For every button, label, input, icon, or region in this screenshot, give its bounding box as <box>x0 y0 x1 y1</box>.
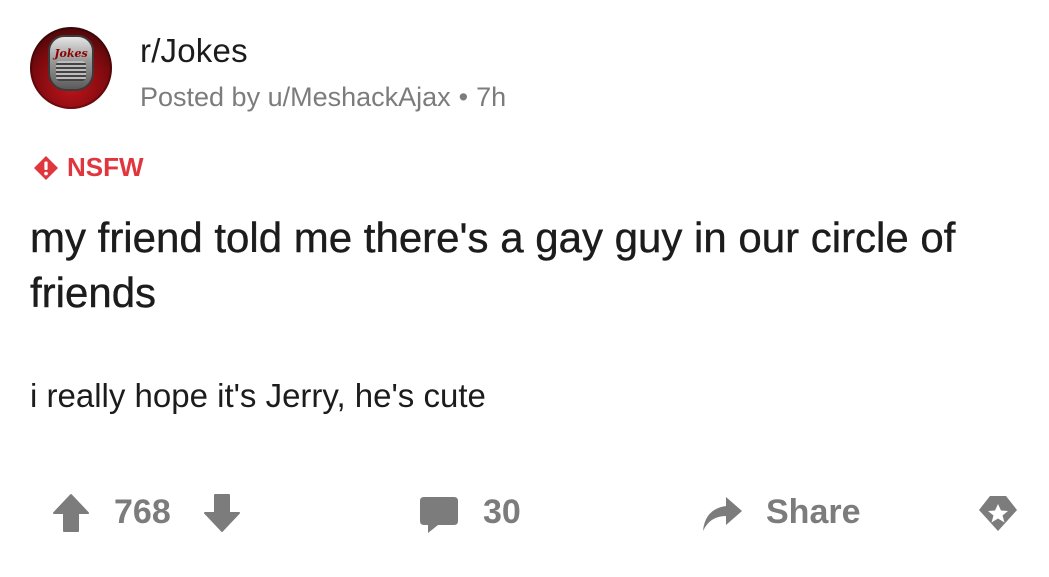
microphone-icon: Jokes <box>50 37 92 89</box>
post-card: Jokes r/Jokes Posted by u/MeshackAjax • 7h… <box>0 0 1049 577</box>
award-icon[interactable] <box>976 493 1020 533</box>
post-body: i really hope it's Jerry, he's cute <box>30 377 486 414</box>
subreddit-name[interactable]: r/Jokes <box>140 32 248 70</box>
microphone-grill <box>56 61 86 81</box>
downvote-icon[interactable] <box>203 493 241 533</box>
subreddit-avatar[interactable]: Jokes <box>30 27 112 109</box>
nsfw-label: NSFW <box>67 152 144 182</box>
meta-separator: • <box>458 82 469 112</box>
post-meta: Posted by u/MeshackAjax • 7h <box>140 82 506 113</box>
action-bar: 768 30 Share <box>0 485 1049 540</box>
posted-by[interactable]: Posted by u/MeshackAjax <box>140 82 451 112</box>
post-title[interactable]: my friend told me there's a gay guy in o… <box>30 210 990 320</box>
alert-diamond-icon <box>34 155 58 180</box>
nsfw-tag: NSFW <box>33 152 144 183</box>
share-button[interactable]: Share <box>766 493 861 532</box>
share-icon[interactable] <box>700 495 744 533</box>
comment-icon[interactable] <box>418 495 460 535</box>
vote-score: 768 <box>114 493 171 531</box>
upvote-icon[interactable] <box>52 493 90 533</box>
avatar-logo-text: Jokes <box>54 47 88 60</box>
comment-count[interactable]: 30 <box>483 493 521 532</box>
post-age: 7h <box>476 82 507 112</box>
